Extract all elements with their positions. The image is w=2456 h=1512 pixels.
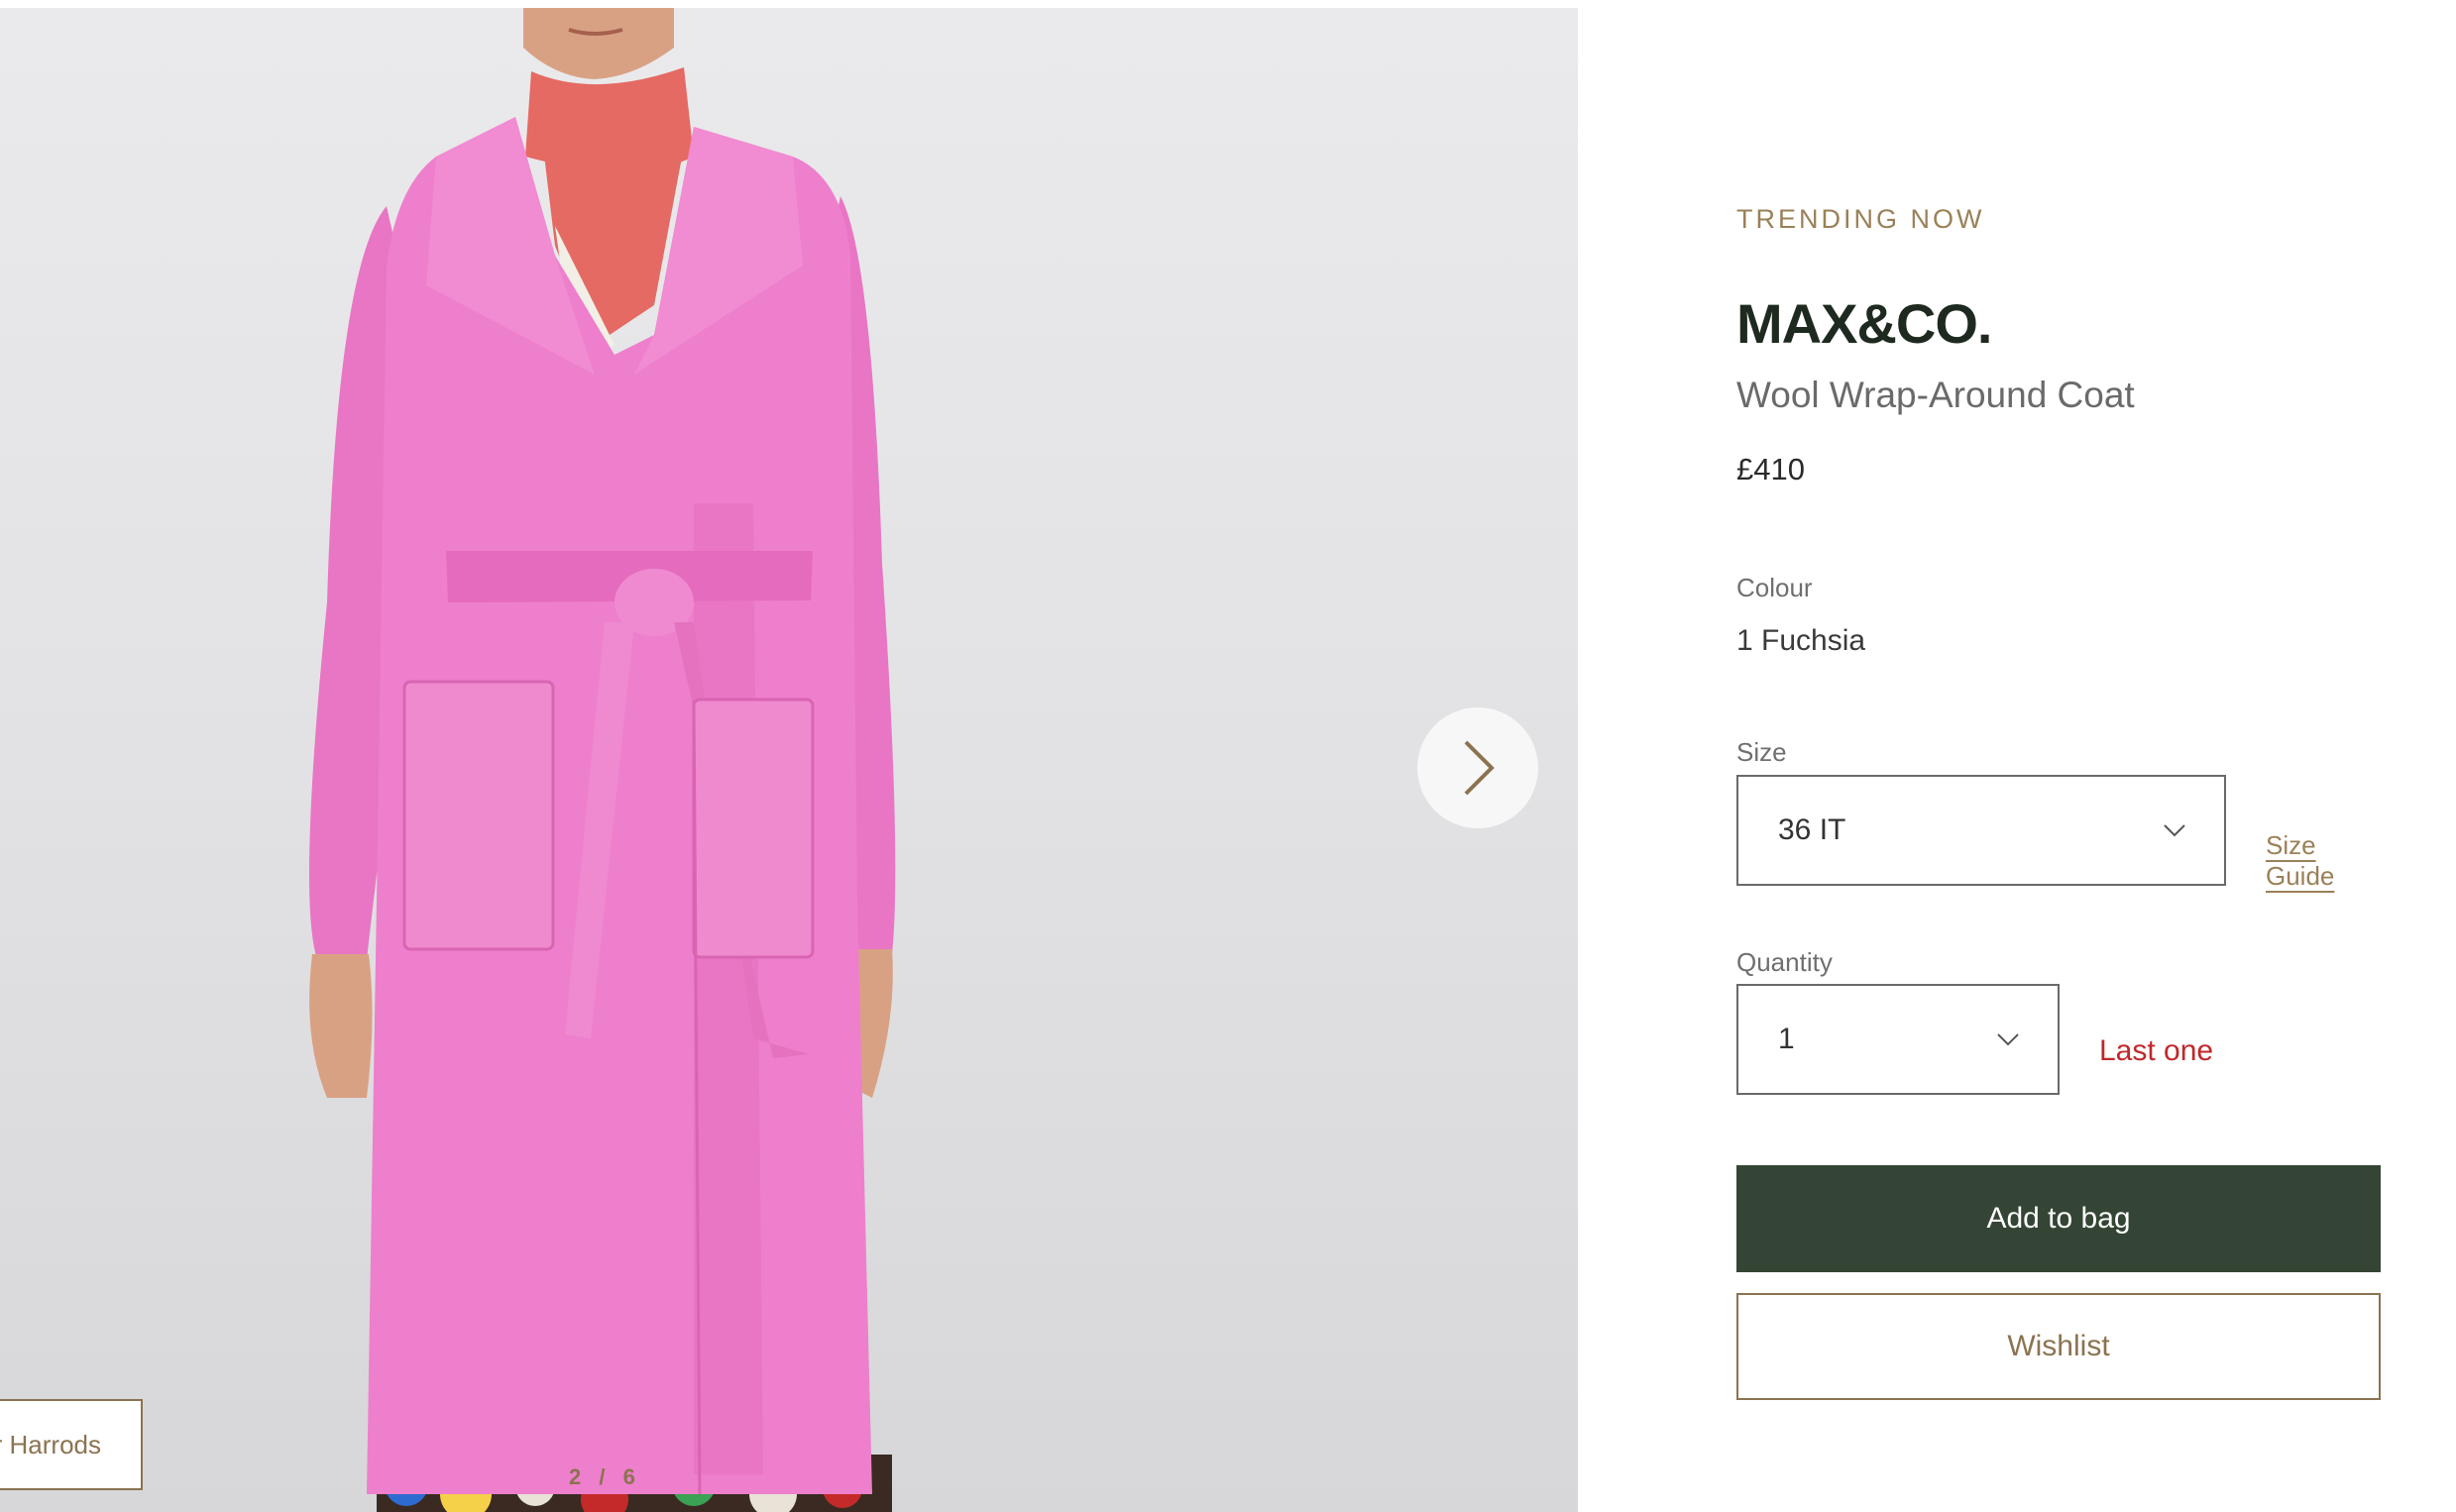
- chevron-down-icon: [2164, 824, 2185, 837]
- next-image-button[interactable]: [1417, 707, 1538, 828]
- product-name: Wool Wrap-Around Coat: [1736, 375, 2135, 415]
- product-details: TRENDING NOW MAX&CO. Wool Wrap-Around Co…: [1736, 0, 2381, 1512]
- chevron-right-icon: [1464, 740, 1495, 796]
- stock-warning: Last one: [2099, 1034, 2214, 1067]
- size-guide-link[interactable]: Size Guide: [2266, 830, 2381, 892]
- add-to-bag-button[interactable]: Add to bag: [1736, 1165, 2381, 1272]
- product-price: £410: [1736, 452, 1805, 486]
- size-label: Size: [1736, 737, 1787, 767]
- image-counter: 2 / 6: [569, 1464, 641, 1489]
- trending-badge: TRENDING NOW: [1736, 204, 1985, 234]
- product-image-gallery[interactable]: r Harrods 2 / 6: [0, 8, 1578, 1512]
- chevron-down-icon: [1997, 1033, 2019, 1046]
- quantity-select[interactable]: 1: [1736, 984, 2060, 1095]
- quantity-label: Quantity: [1736, 947, 1833, 977]
- size-select[interactable]: 36 IT: [1736, 775, 2226, 886]
- brand-name[interactable]: MAX&CO.: [1736, 291, 1992, 356]
- colour-value: 1 Fuchsia: [1736, 624, 1866, 657]
- wishlist-button[interactable]: Wishlist: [1736, 1293, 2381, 1400]
- product-photo: [309, 8, 896, 1512]
- colour-label: Colour: [1736, 573, 1813, 602]
- store-link[interactable]: r Harrods: [0, 1399, 143, 1490]
- quantity-value: 1: [1778, 1023, 1795, 1055]
- size-value: 36 IT: [1778, 813, 1846, 846]
- store-link-label: r Harrods: [0, 1429, 101, 1459]
